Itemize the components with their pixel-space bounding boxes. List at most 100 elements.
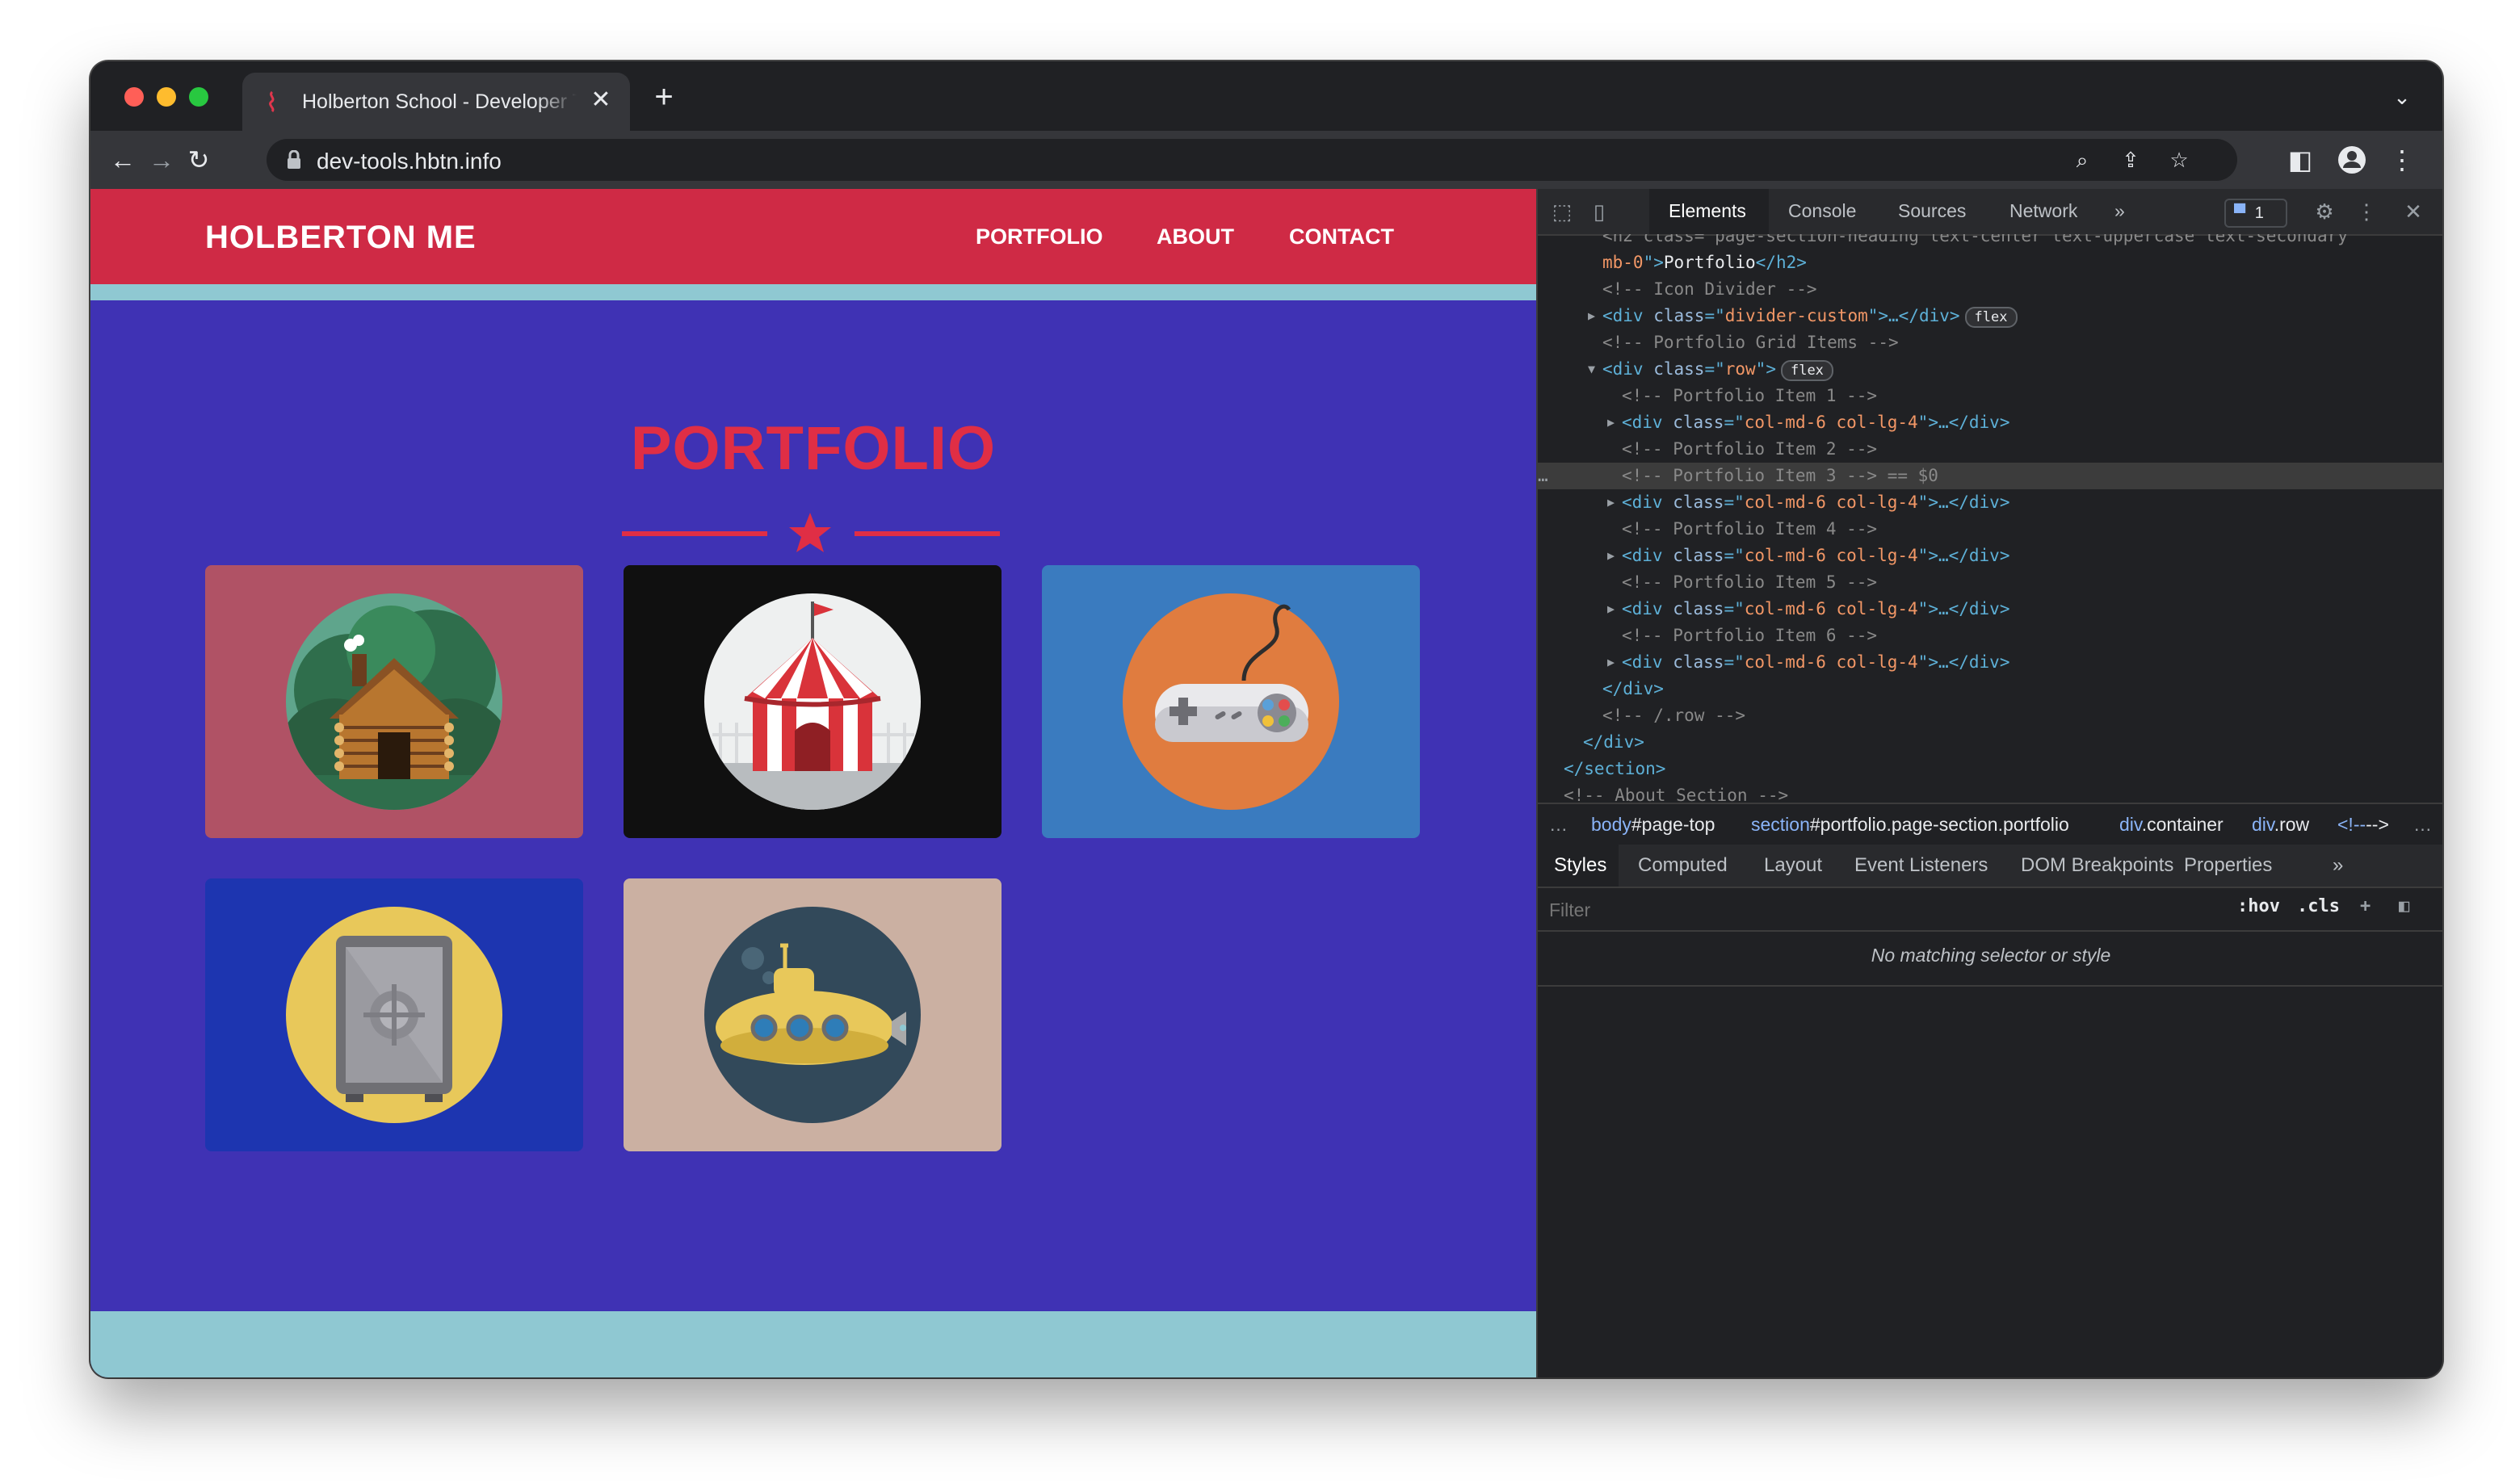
markup-tag: "> xyxy=(1643,253,1664,272)
tab-search-chevron-icon[interactable]: ⌄ xyxy=(2386,81,2418,113)
dom-node[interactable]: </div> xyxy=(1538,676,2442,702)
collapse-triangle-icon[interactable]: ▼ xyxy=(1588,356,1595,383)
dom-node[interactable]: <!-- Portfolio Item 2 --> xyxy=(1538,436,2442,463)
markup-tag: =" xyxy=(1724,599,1745,618)
portfolio-item-circus-tent[interactable] xyxy=(624,565,1002,838)
dom-tree[interactable]: <h2 class="page-section-heading text-cen… xyxy=(1538,234,2442,803)
breadcrumb-item[interactable]: <!----> xyxy=(2337,804,2389,845)
markup-attr: class xyxy=(1653,306,1705,325)
dom-node[interactable]: <!-- Portfolio Item 1 --> xyxy=(1538,383,2442,409)
nav-link-portfolio[interactable]: PORTFOLIO xyxy=(976,224,1103,249)
class-toggle[interactable]: .cls xyxy=(2297,896,2340,916)
nav-link-about[interactable]: ABOUT xyxy=(1157,224,1234,249)
site-brand[interactable]: HOLBERTON ME xyxy=(205,220,477,256)
expand-triangle-icon[interactable]: ▶ xyxy=(1607,596,1615,623)
dom-node[interactable]: <!-- /.row --> xyxy=(1538,702,2442,729)
dom-node[interactable]: ▶ <div class="col-md-6 col-lg-4">…</div> xyxy=(1538,649,2442,676)
breadcrumb-item[interactable]: body#page-top xyxy=(1591,804,1715,845)
portfolio-item-safe[interactable] xyxy=(205,878,583,1151)
dom-node[interactable]: mb-0">Portfolio</h2> xyxy=(1538,249,2442,276)
tab-network[interactable]: Network xyxy=(2009,200,2077,222)
tab-computed[interactable]: Computed xyxy=(1638,854,1728,877)
toggle-sidebar-icon[interactable]: ◧ xyxy=(2399,896,2409,916)
devtools-menu-icon[interactable]: ⋮ xyxy=(2352,197,2381,226)
dom-node[interactable]: ▶ <div class="col-md-6 col-lg-4">…</div> xyxy=(1538,543,2442,569)
issues-button[interactable]: ▀ 1 xyxy=(2224,199,2287,228)
dom-node[interactable]: </div> xyxy=(1538,729,2442,756)
new-style-rule-icon[interactable]: + xyxy=(2360,896,2371,916)
portfolio-item-submarine[interactable] xyxy=(624,878,1002,1151)
portfolio-item-cabin[interactable] xyxy=(205,565,583,838)
maximize-window-button[interactable] xyxy=(189,87,208,107)
close-window-button[interactable] xyxy=(124,87,144,107)
dom-node[interactable]: ▶ <div class="col-md-6 col-lg-4">…</div> xyxy=(1538,489,2442,516)
device-toolbar-icon[interactable]: ▯ xyxy=(1585,197,1614,226)
tab-styles[interactable]: Styles xyxy=(1554,854,1606,877)
bookmark-star-icon[interactable]: ☆ xyxy=(2163,144,2195,176)
expand-triangle-icon[interactable]: ▶ xyxy=(1607,489,1615,516)
flex-badge[interactable]: flex xyxy=(1964,307,2018,328)
dom-node-markup: <!-- Portfolio Item 3 --> == $0 xyxy=(1622,463,1938,489)
zoom-icon[interactable]: ⌕ xyxy=(2066,144,2098,176)
side-panel-icon[interactable]: ◧ xyxy=(2282,142,2318,178)
styles-filter-input[interactable] xyxy=(1547,893,2221,927)
expand-triangle-icon[interactable]: ▶ xyxy=(1607,649,1615,676)
dom-node[interactable]: <!-- Portfolio Grid Items --> xyxy=(1538,329,2442,356)
dom-node[interactable]: </section> xyxy=(1538,756,2442,782)
expand-triangle-icon[interactable]: ▶ xyxy=(1607,409,1615,436)
tab-event-listeners[interactable]: Event Listeners xyxy=(1854,854,1988,877)
dom-node-markup: ▶ <div class="col-md-6 col-lg-4">…</div> xyxy=(1607,649,2009,676)
tab-properties[interactable]: Properties xyxy=(2184,854,2272,877)
site-navbar: HOLBERTON ME PORTFOLIO ABOUT CONTACT xyxy=(90,189,1536,284)
tab-close-icon[interactable]: ✕ xyxy=(588,87,614,113)
more-styles-tabs-icon[interactable]: » xyxy=(2333,854,2343,877)
markup-val: divider-custom xyxy=(1724,306,1868,325)
back-arrow-icon[interactable]: ← xyxy=(105,142,141,178)
breadcrumb-item[interactable]: div.container xyxy=(2119,804,2224,845)
dom-node[interactable]: ▶ <div class="divider-custom">…</div> flex xyxy=(1538,303,2442,329)
expand-triangle-icon[interactable]: ▶ xyxy=(1588,303,1595,329)
breadcrumb-item[interactable]: div.row xyxy=(2252,804,2309,845)
breadcrumb-overflow[interactable]: … xyxy=(2413,804,2432,845)
inspect-element-icon[interactable]: ⬚ xyxy=(1547,197,1577,226)
breadcrumb-item[interactable]: section#portfolio.page-section.portfolio xyxy=(1751,804,2069,845)
dom-node[interactable]: <!-- Icon Divider --> xyxy=(1538,276,2442,303)
tab-console[interactable]: Console xyxy=(1788,200,1856,222)
tab-dom-breakpoints[interactable]: DOM Breakpoints xyxy=(2021,854,2173,877)
dom-node[interactable]: ▶ <div class="col-md-6 col-lg-4">…</div> xyxy=(1538,409,2442,436)
settings-gear-icon[interactable]: ⚙ xyxy=(2310,197,2339,226)
dom-node[interactable]: <!-- Portfolio Item 4 --> xyxy=(1538,516,2442,543)
dom-node[interactable]: ▼ <div class="row"> flex xyxy=(1538,356,2442,383)
no-style-message: No matching selector or style xyxy=(1871,945,2111,966)
dom-node[interactable]: <h2 class="page-section-heading text-cen… xyxy=(1538,234,2442,249)
url-text[interactable]: dev-tools.hbtn.info xyxy=(317,149,502,174)
nav-link-contact[interactable]: CONTACT xyxy=(1289,224,1394,249)
breadcrumb-overflow[interactable]: … xyxy=(1549,804,1568,845)
dom-node[interactable]: ▶ <div class="col-md-6 col-lg-4">…</div> xyxy=(1538,596,2442,623)
dom-node[interactable]: <!-- Portfolio Item 6 --> xyxy=(1538,623,2442,649)
markup-tag: =" xyxy=(1704,359,1725,379)
browser-menu-icon[interactable]: ⋮ xyxy=(2384,142,2420,178)
minimize-window-button[interactable] xyxy=(157,87,176,107)
hover-state-toggle[interactable]: :hov xyxy=(2237,896,2280,916)
tab-layout[interactable]: Layout xyxy=(1764,854,1822,877)
dom-node-selected[interactable]: … <!-- Portfolio Item 3 --> == $0 xyxy=(1538,463,2442,489)
portfolio-item-game-controller[interactable] xyxy=(1042,565,1420,838)
forward-arrow-icon[interactable]: → xyxy=(144,142,179,178)
reload-icon[interactable]: ↻ xyxy=(181,142,216,178)
close-devtools-icon[interactable]: ✕ xyxy=(2399,197,2428,226)
dom-node[interactable]: <!-- About Section --> xyxy=(1538,782,2442,803)
address-bar[interactable]: dev-tools.hbtn.info ⌕ ⇪ ☆ xyxy=(267,139,2237,181)
dom-node[interactable]: <!-- Portfolio Item 5 --> xyxy=(1538,569,2442,596)
expand-triangle-icon[interactable]: ▶ xyxy=(1607,543,1615,569)
markup-tag: <div xyxy=(1622,493,1673,512)
more-tabs-icon[interactable]: » xyxy=(2114,200,2125,222)
flex-badge[interactable]: flex xyxy=(1780,360,1833,381)
node-actions-icon[interactable]: … xyxy=(1538,463,1548,489)
tab-elements[interactable]: Elements xyxy=(1669,200,1746,222)
tab-sources[interactable]: Sources xyxy=(1898,200,1966,222)
new-tab-icon[interactable]: + xyxy=(648,81,680,113)
browser-tab[interactable]: Holberton School - Developer Tools ✕ xyxy=(242,73,630,131)
profile-avatar-icon[interactable] xyxy=(2334,142,2370,178)
share-icon[interactable]: ⇪ xyxy=(2114,144,2147,176)
